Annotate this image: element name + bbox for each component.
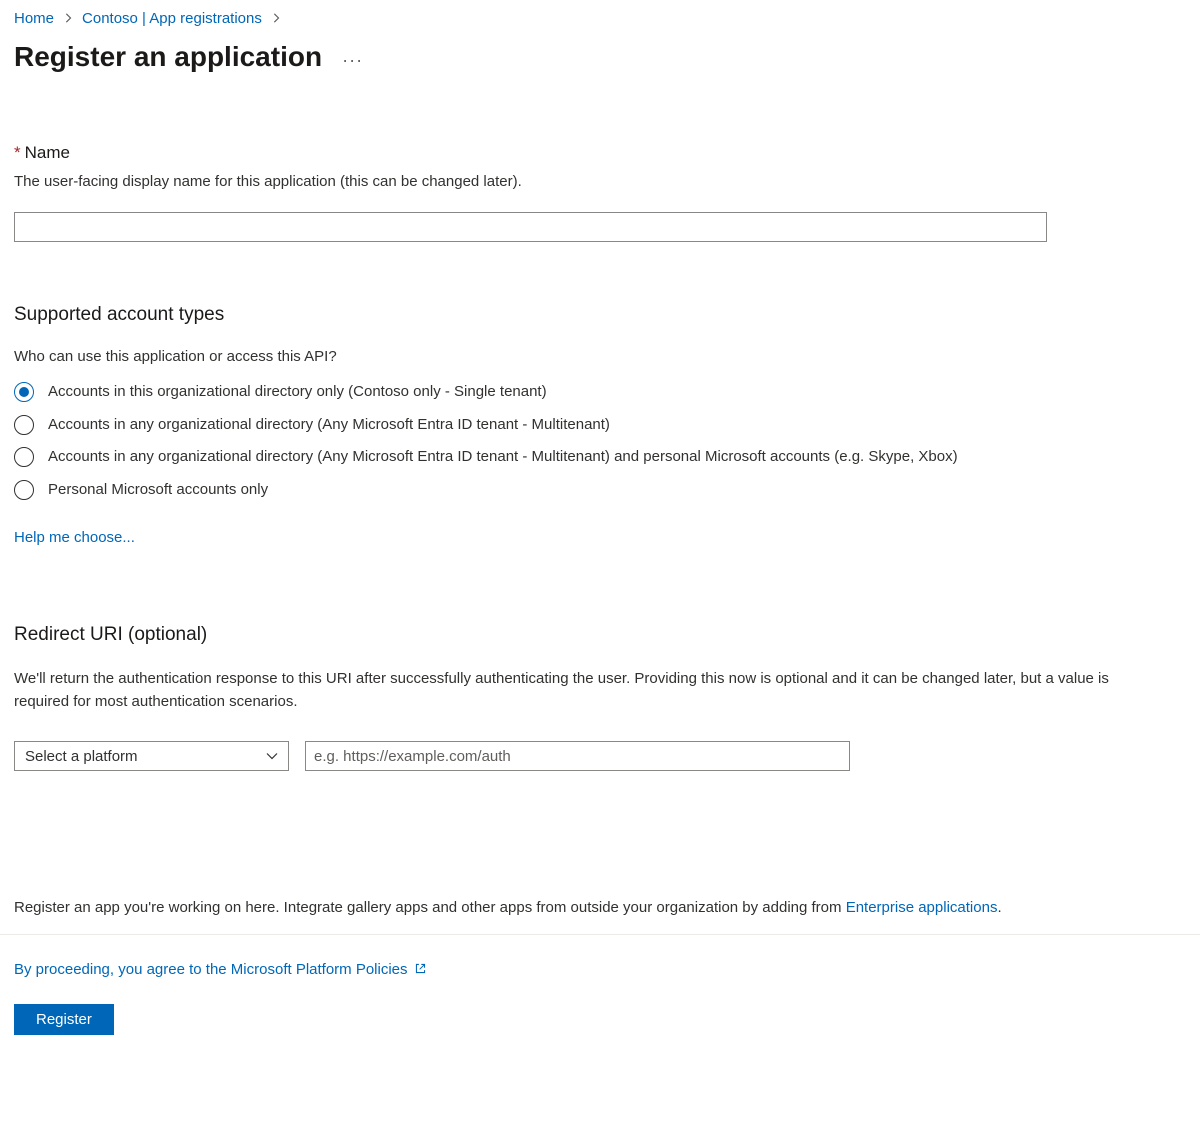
account-types-radio-group: Accounts in this organizational director… [14,381,1186,501]
divider [0,934,1200,935]
radio-icon [14,415,34,435]
required-star-icon: * [14,143,21,162]
radio-icon [14,382,34,402]
chevron-right-icon [272,12,280,26]
account-types-description: Who can use this application or access t… [14,348,1186,365]
platform-select[interactable]: Select a platform [14,741,289,771]
name-input[interactable] [14,212,1047,242]
help-me-choose-link[interactable]: Help me choose... [14,529,135,546]
breadcrumb-app-registrations[interactable]: Contoso | App registrations [82,10,262,27]
external-link-icon [414,962,427,978]
account-types-heading: Supported account types [14,304,1186,326]
chevron-down-icon [266,750,278,762]
radio-multitenant[interactable]: Accounts in any organizational directory… [14,414,1186,437]
footer-register-text: Register an app you're working on here. … [14,899,1186,916]
redirect-uri-input[interactable] [305,741,850,771]
policy-row: By proceeding, you agree to the Microsof… [14,961,1186,978]
radio-label: Personal Microsoft accounts only [48,479,268,502]
redirect-heading: Redirect URI (optional) [14,624,1186,646]
radio-icon [14,447,34,467]
breadcrumb: Home Contoso | App registrations [14,10,1186,27]
more-icon[interactable]: ··· [342,44,363,71]
radio-single-tenant[interactable]: Accounts in this organizational director… [14,381,1186,404]
title-row: Register an application ··· [14,41,1186,73]
platform-policies-link[interactable]: By proceeding, you agree to the Microsof… [14,961,408,978]
radio-label: Accounts in any organizational directory… [48,446,958,469]
chevron-right-icon [64,12,72,26]
radio-multitenant-personal[interactable]: Accounts in any organizational directory… [14,446,1186,469]
radio-icon [14,480,34,500]
page-title: Register an application [14,41,322,73]
platform-select-value: Select a platform [25,748,138,765]
breadcrumb-home[interactable]: Home [14,10,54,27]
radio-personal-only[interactable]: Personal Microsoft accounts only [14,479,1186,502]
radio-label: Accounts in any organizational directory… [48,414,610,437]
name-description: The user-facing display name for this ap… [14,173,1186,190]
radio-label: Accounts in this organizational director… [48,381,547,404]
register-button[interactable]: Register [14,1004,114,1035]
redirect-row: Select a platform [14,741,1186,771]
redirect-description: We'll return the authentication response… [14,668,1144,713]
enterprise-applications-link[interactable]: Enterprise applications [846,899,998,916]
name-label: *Name [14,143,1186,163]
